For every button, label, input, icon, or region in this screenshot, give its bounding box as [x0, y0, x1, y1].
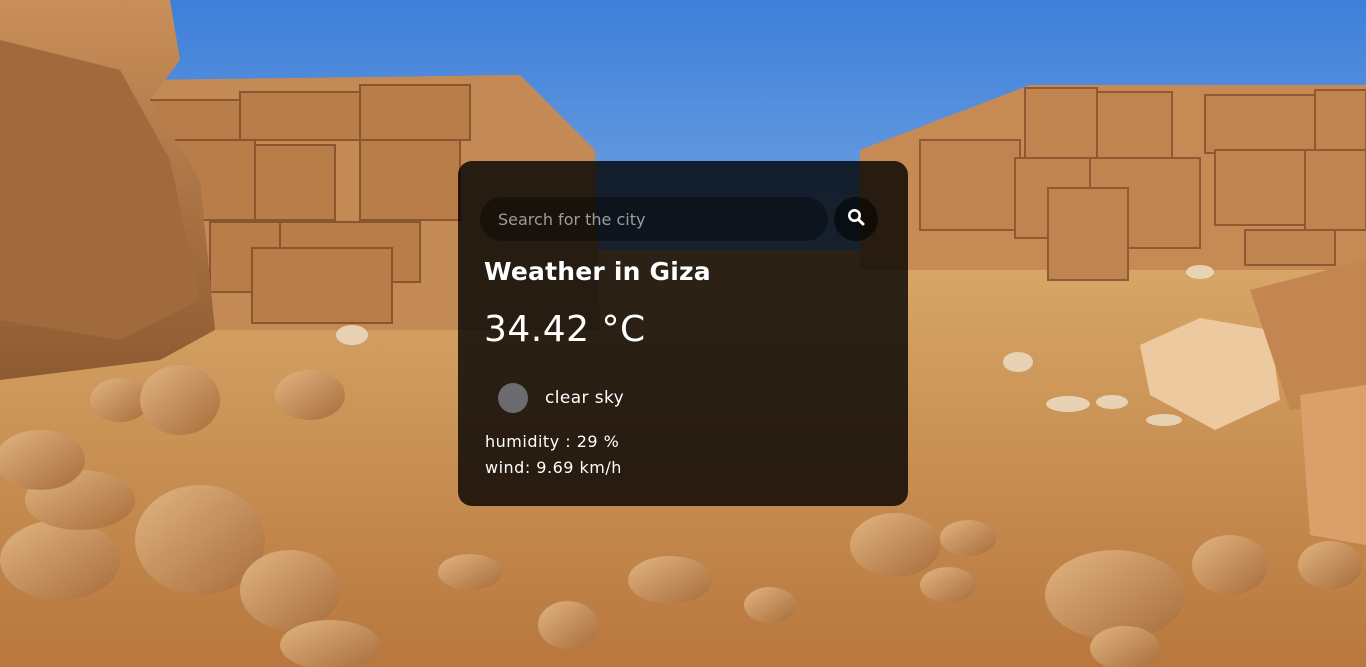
temperature: 34.42 °C: [484, 309, 646, 350]
condition-description: clear sky: [545, 388, 625, 408]
search-button[interactable]: [834, 197, 878, 241]
search-input[interactable]: [480, 197, 828, 241]
wind-value: wind: 9.69 km/h: [485, 458, 622, 477]
search-icon: [847, 208, 865, 230]
humidity-value: humidity : 29 %: [485, 432, 620, 451]
condition-row: clear sky: [498, 381, 624, 415]
city-title: Weather in Giza: [484, 257, 711, 286]
weather-card: Weather in Giza 34.42 °C clear sky humid…: [458, 161, 908, 506]
weather-condition-icon: [498, 383, 528, 413]
search-bar: [480, 197, 880, 241]
